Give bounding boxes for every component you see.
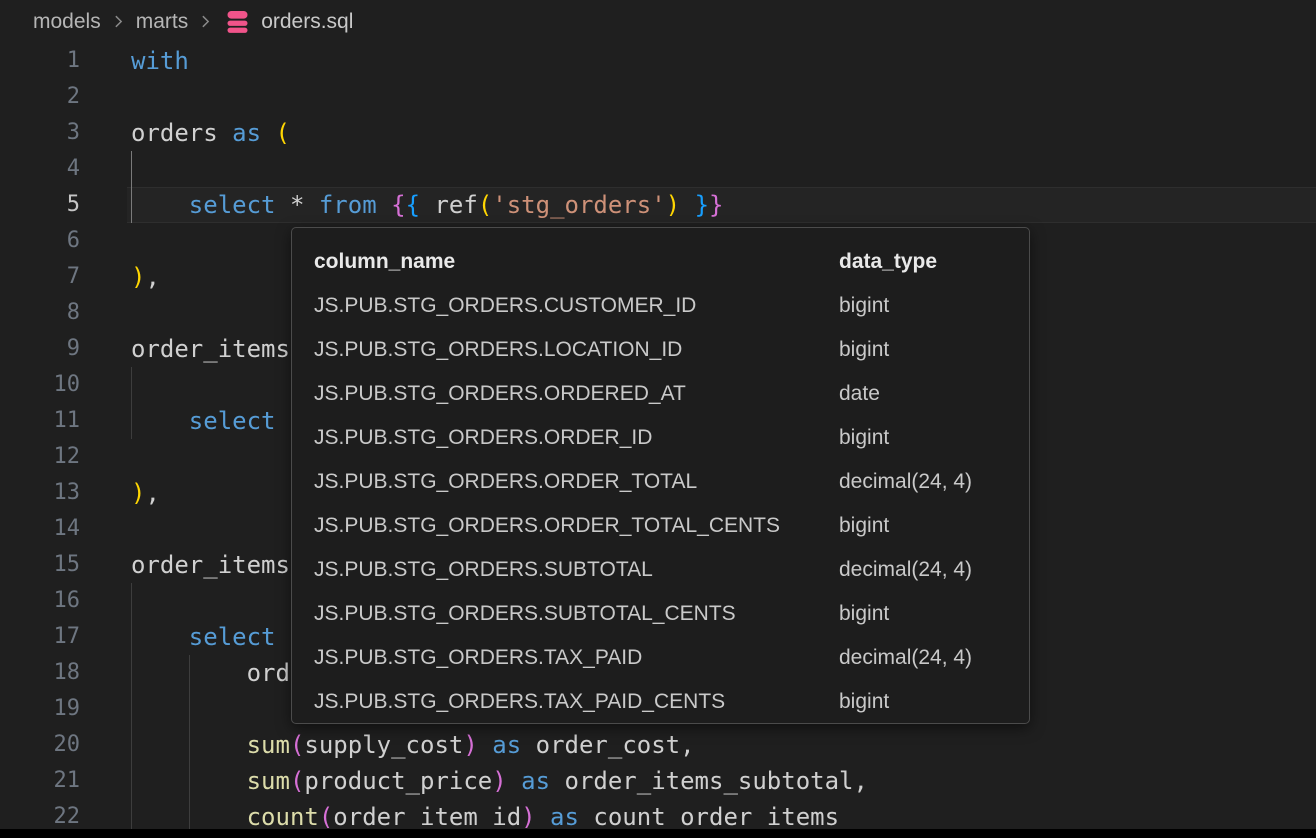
cell-column-name: JS.PUB.STG_ORDERS.ORDER_TOTAL: [314, 470, 839, 494]
breadcrumb: models marts orders.sql: [0, 0, 1316, 43]
line-number: 19: [0, 691, 80, 727]
line-number: 13: [0, 475, 80, 511]
code-line[interactable]: 21 sum(product_price) as order_items_sub…: [0, 763, 1316, 799]
line-number: 10: [0, 367, 80, 403]
table-row: JS.PUB.STG_ORDERS.LOCATION_IDbigint: [292, 328, 1029, 372]
line-number: 2: [0, 79, 80, 115]
line-number: 8: [0, 295, 80, 331]
table-row: JS.PUB.STG_ORDERS.SUBTOTALdecimal(24, 4): [292, 548, 1029, 592]
cell-column-name: JS.PUB.STG_ORDERS.SUBTOTAL_CENTS: [314, 602, 839, 626]
chevron-right-icon: [110, 13, 127, 30]
line-number: 4: [0, 151, 80, 187]
code-text: select: [131, 403, 276, 439]
line-number: 17: [0, 619, 80, 655]
breadcrumb-item-marts[interactable]: marts: [136, 10, 189, 34]
code-text: order_items: [131, 547, 290, 583]
cell-data-type: bigint: [839, 690, 1029, 714]
cell-data-type: bigint: [839, 602, 1029, 626]
cell-column-name: JS.PUB.STG_ORDERS.TAX_PAID: [314, 646, 839, 670]
line-number: 7: [0, 259, 80, 295]
breadcrumb-item-models[interactable]: models: [33, 10, 101, 34]
line-number: 16: [0, 583, 80, 619]
line-number: 6: [0, 223, 80, 259]
line-number: 5: [0, 187, 80, 223]
code-text: ),: [131, 475, 160, 511]
table-row: JS.PUB.STG_ORDERS.ORDER_IDbigint: [292, 416, 1029, 460]
column-header-column-name: column_name: [314, 250, 839, 274]
code-line[interactable]: 1 with: [0, 43, 1316, 79]
code-line[interactable]: 2: [0, 79, 1316, 115]
line-number: 11: [0, 403, 80, 439]
code-text: order_items: [131, 331, 290, 367]
code-text: orders as (: [131, 115, 290, 151]
cell-column-name: JS.PUB.STG_ORDERS.TAX_PAID_CENTS: [314, 690, 839, 714]
code-text: ),: [131, 259, 160, 295]
line-number: 21: [0, 763, 80, 799]
chevron-right-icon: [197, 13, 214, 30]
cell-data-type: decimal(24, 4): [839, 646, 1029, 670]
table-header-row: column_namedata_type: [292, 240, 1029, 284]
line-number: 14: [0, 511, 80, 547]
line-number: 9: [0, 331, 80, 367]
line-number: 12: [0, 439, 80, 475]
cell-data-type: bigint: [839, 426, 1029, 450]
line-number: 1: [0, 43, 80, 79]
cell-data-type: decimal(24, 4): [839, 470, 1029, 494]
column-header-data-type: data_type: [839, 250, 1029, 274]
code-line[interactable]: 5 select * from {{ ref('stg_orders') }}: [0, 187, 1316, 223]
code-line[interactable]: 3 orders as (: [0, 115, 1316, 151]
cell-column-name: JS.PUB.STG_ORDERS.ORDER_ID: [314, 426, 839, 450]
line-number: 20: [0, 727, 80, 763]
cell-data-type: bigint: [839, 294, 1029, 318]
cell-data-type: bigint: [839, 514, 1029, 538]
window-edge: [0, 829, 1316, 838]
cell-data-type: bigint: [839, 338, 1029, 362]
code-text: ord: [131, 655, 290, 691]
code-line[interactable]: 4: [0, 151, 1316, 187]
code-text: with: [131, 43, 189, 79]
cell-column-name: JS.PUB.STG_ORDERS.SUBTOTAL: [314, 558, 839, 582]
code-text: select: [131, 619, 276, 655]
cell-column-name: JS.PUB.STG_ORDERS.LOCATION_ID: [314, 338, 839, 362]
cell-column-name: JS.PUB.STG_ORDERS.ORDERED_AT: [314, 382, 839, 406]
line-number: 18: [0, 655, 80, 691]
cell-data-type: decimal(24, 4): [839, 558, 1029, 582]
table-row: JS.PUB.STG_ORDERS.CUSTOMER_IDbigint: [292, 284, 1029, 328]
cell-column-name: JS.PUB.STG_ORDERS.CUSTOMER_ID: [314, 294, 839, 318]
table-row: JS.PUB.STG_ORDERS.SUBTOTAL_CENTSbigint: [292, 592, 1029, 636]
breadcrumb-item-file[interactable]: orders.sql: [261, 10, 353, 34]
table-row: JS.PUB.STG_ORDERS.TAX_PAIDdecimal(24, 4): [292, 636, 1029, 680]
cell-data-type: date: [839, 382, 1029, 406]
code-text: sum(supply_cost) as order_cost,: [131, 727, 695, 763]
hover-popup: column_namedata_typeJS.PUB.STG_ORDERS.CU…: [291, 227, 1030, 724]
database-icon: [224, 9, 251, 34]
table-row: JS.PUB.STG_ORDERS.ORDER_TOTALdecimal(24,…: [292, 460, 1029, 504]
code-text: select * from {{ ref('stg_orders') }}: [131, 187, 723, 223]
code-text: sum(product_price) as order_items_subtot…: [131, 763, 868, 799]
line-number: 3: [0, 115, 80, 151]
table-row: JS.PUB.STG_ORDERS.ORDERED_ATdate: [292, 372, 1029, 416]
line-number: 15: [0, 547, 80, 583]
code-line[interactable]: 20 sum(supply_cost) as order_cost,: [0, 727, 1316, 763]
table-row: JS.PUB.STG_ORDERS.TAX_PAID_CENTSbigint: [292, 680, 1029, 724]
cell-column-name: JS.PUB.STG_ORDERS.ORDER_TOTAL_CENTS: [314, 514, 839, 538]
table-row: JS.PUB.STG_ORDERS.ORDER_TOTAL_CENTSbigin…: [292, 504, 1029, 548]
